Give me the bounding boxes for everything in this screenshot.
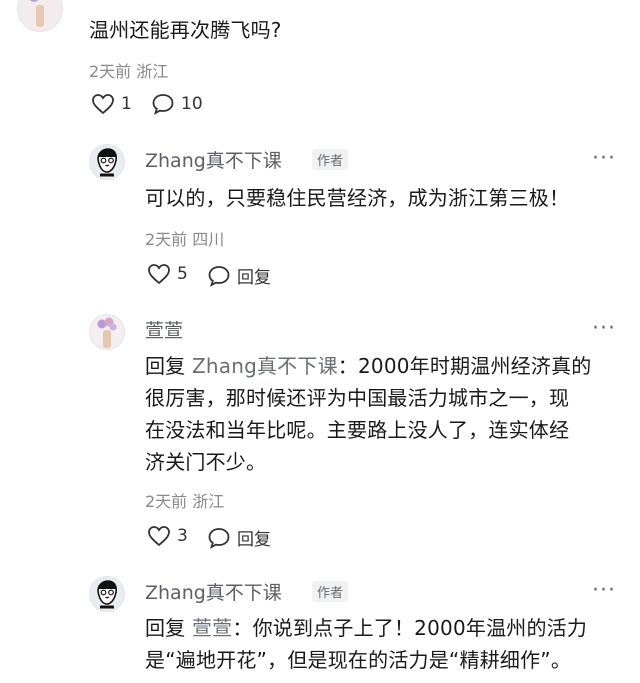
reply-text: 可以的，只要稳住民营经济，成为浙江第三极！ [145,186,570,210]
root-avatar[interactable] [17,0,63,32]
reply-text-line: 在没法和当年比呢。主要路上没人了，连实体经 [145,418,570,442]
reply-username[interactable]: 萱萱 [145,316,183,343]
reply-prefix: 回复 [145,354,186,378]
reply-username[interactable]: Zhang真不下课 [145,146,282,173]
reply-reply-label: 回复 [237,268,271,288]
reply-avatar[interactable] [89,314,125,350]
reply-meta: 2天前 浙江 [145,492,225,511]
sketch-face-avatar-icon [90,145,124,179]
author-badge: 作者 [312,581,349,602]
root-reply-count: 10 [181,94,203,114]
reply-text-line: 济关门不少。 [145,450,267,474]
root-comment-text: 温州还能再次腾飞吗? [89,18,282,42]
reply-like-count: 5 [177,264,188,284]
root-like-count: 1 [121,94,132,114]
reply-text: 回复 Zhang真不下课：2000年时期温州经济真的 很厉害，那时候还评为中国最… [145,350,625,478]
sketch-face-avatar-icon [90,577,124,611]
more-options-icon[interactable]: ··· [592,578,616,603]
reply-like-button[interactable]: 5 [147,263,188,285]
comment-bubble-icon [152,94,174,115]
root-like-button[interactable]: 1 [91,93,132,115]
author-badge: 作者 [312,149,349,170]
reply-text-line: 是“遍地开花”，但是现在的活力是“精耕细作”。 [145,648,572,672]
reply-reply-button[interactable]: 回复 [207,525,271,550]
reply-prefix: 回复 [145,616,186,640]
root-comment-meta: 2天前 浙江 [89,62,169,81]
heart-icon [148,526,170,547]
flower-vase-avatar-icon [18,0,62,31]
flower-vase-avatar-icon [90,315,124,349]
reply-username[interactable]: Zhang真不下课 [145,578,282,605]
reply-avatar[interactable] [89,144,125,180]
reply-text-line: 很厉害，那时候还评为中国最活力城市之一，现 [145,386,570,410]
reply-to-username[interactable]: Zhang真不下课 [192,354,338,378]
reply-text: 回复 萱萱：你说到点子上了！2000年温州的活力 是“遍地开花”，但是现在的活力… [145,612,635,676]
reply-avatar[interactable] [89,576,125,612]
reply-like-count: 3 [177,526,188,546]
comment-bubble-icon [208,265,230,287]
comment-bubble-icon [208,527,230,549]
reply-text-line: ：你说到点子上了！2000年温州的活力 [232,616,588,640]
heart-icon [92,94,114,115]
heart-icon [148,264,170,285]
more-options-icon[interactable]: ··· [592,316,616,341]
reply-to-username[interactable]: 萱萱 [192,616,232,640]
reply-like-button[interactable]: 3 [147,525,188,547]
reply-meta: 2天前 四川 [145,230,225,249]
reply-text-line: ：2000年时期温州经济真的 [337,354,592,378]
more-options-icon[interactable]: ··· [592,146,616,171]
reply-reply-label: 回复 [237,530,271,550]
root-reply-button[interactable]: 10 [151,93,203,115]
reply-reply-button[interactable]: 回复 [207,263,271,288]
